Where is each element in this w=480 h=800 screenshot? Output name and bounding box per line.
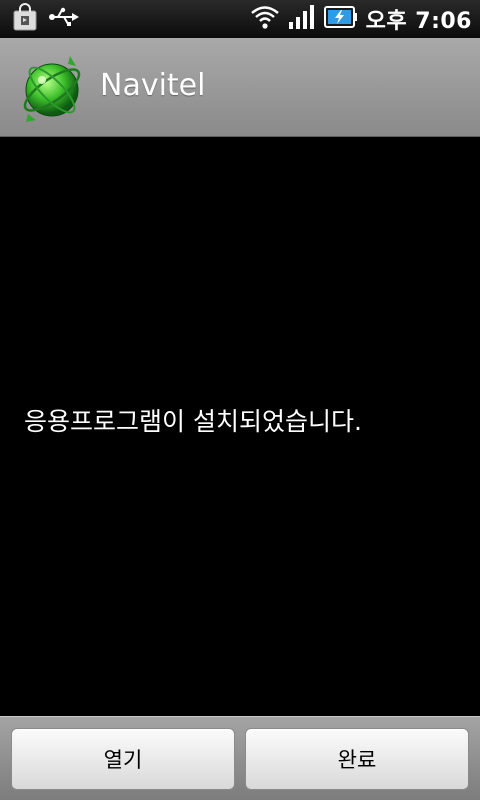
usb-icon <box>48 5 80 33</box>
battery-charging-icon <box>323 5 358 33</box>
status-bar: 오후 7:06 <box>0 0 480 38</box>
status-time: 오후 7:06 <box>365 9 472 34</box>
status-bar-right: 오후 7:06 <box>250 4 472 34</box>
bottom-button-bar: 열기 완료 <box>0 716 480 800</box>
done-button[interactable]: 완료 <box>245 728 469 790</box>
wifi-icon <box>250 4 280 34</box>
install-complete-message: 응용프로그램이 설치되었습니다. <box>24 407 362 436</box>
navitel-globe-icon <box>18 50 88 124</box>
open-button[interactable]: 열기 <box>11 728 235 790</box>
title-bar: Navitel <box>0 38 480 137</box>
signal-icon <box>288 4 316 34</box>
app-title: Navitel <box>100 68 206 103</box>
status-bar-left <box>10 2 80 36</box>
install-complete-screen: 오후 7:06 Navitel 응용프로그램이 설치되었습니다. 열기 완료 <box>0 0 480 800</box>
shopping-bag-icon <box>10 2 40 36</box>
